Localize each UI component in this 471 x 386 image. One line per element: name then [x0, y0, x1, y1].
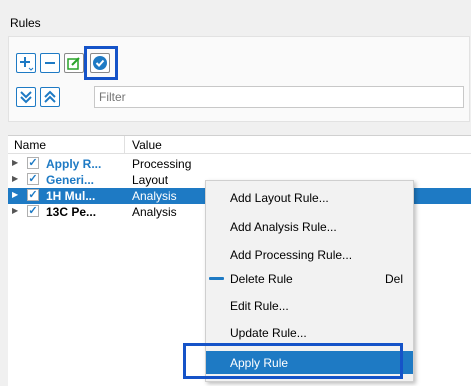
rule-value: Processing: [132, 157, 192, 171]
rule-enabled-checkbox[interactable]: ✓: [27, 189, 39, 201]
expand-arrow-icon[interactable]: ▶: [12, 190, 18, 199]
highlight-box-apply-button: [84, 46, 118, 80]
menu-item-label: Add Layout Rule...: [230, 191, 329, 205]
column-header-name[interactable]: Name: [14, 138, 46, 152]
tree-header: Name Value: [8, 136, 471, 154]
tree-row[interactable]: ▶ ✓ Apply R... Processing: [8, 156, 471, 172]
plus-dropdown-icon: [20, 57, 34, 71]
remove-rule-button[interactable]: [40, 53, 60, 73]
menu-item-label: Add Processing Rule...: [230, 248, 353, 262]
edit-icon: [67, 57, 80, 70]
collapse-all-icon: [44, 90, 56, 103]
expand-arrow-icon[interactable]: ▶: [12, 174, 18, 183]
menu-item-update-rule[interactable]: Update Rule...: [206, 321, 413, 344]
filter-input[interactable]: [94, 86, 464, 108]
rule-name: Apply R...: [46, 157, 102, 171]
minus-icon: [45, 62, 55, 64]
menu-item-label: Add Analysis Rule...: [230, 220, 337, 234]
menu-item-label: Update Rule...: [230, 326, 307, 340]
menu-item-delete-rule[interactable]: Delete Rule Del: [206, 267, 413, 290]
rule-value: Analysis: [132, 189, 177, 203]
highlight-box-apply-rule: [183, 343, 403, 379]
menu-item-label: Edit Rule...: [230, 299, 289, 313]
rule-enabled-checkbox[interactable]: ✓: [27, 173, 39, 185]
menu-item-add-processing-rule[interactable]: Add Processing Rule...: [206, 243, 413, 266]
expand-all-icon: [20, 91, 32, 104]
menu-item-label: Delete Rule: [230, 272, 293, 286]
delete-dash-icon: [209, 277, 224, 280]
menu-item-add-layout-rule[interactable]: Add Layout Rule...: [206, 186, 413, 209]
rule-value: Layout: [132, 173, 169, 187]
column-separator[interactable]: [124, 136, 125, 153]
expand-arrow-icon[interactable]: ▶: [12, 206, 18, 215]
rule-name: Generi...: [46, 173, 95, 187]
add-rule-button[interactable]: [16, 53, 36, 73]
toolbar: [8, 36, 470, 122]
edit-rule-button[interactable]: [64, 53, 84, 73]
rule-enabled-checkbox[interactable]: ✓: [27, 157, 39, 169]
expand-arrow-icon[interactable]: ▶: [12, 158, 18, 167]
collapse-all-button[interactable]: [40, 87, 60, 107]
menu-item-add-analysis-rule[interactable]: Add Analysis Rule...: [206, 215, 413, 238]
expand-all-button[interactable]: [16, 87, 36, 107]
menu-item-shortcut: Del: [384, 272, 403, 286]
rule-enabled-checkbox[interactable]: ✓: [27, 205, 39, 217]
rule-name: 13C Pe...: [46, 205, 97, 219]
menu-item-edit-rule[interactable]: Edit Rule...: [206, 294, 413, 317]
rule-value: Analysis: [132, 205, 177, 219]
panel-title: Rules: [10, 16, 41, 30]
rule-name: 1H Mul...: [46, 189, 96, 203]
column-header-value[interactable]: Value: [132, 138, 162, 152]
